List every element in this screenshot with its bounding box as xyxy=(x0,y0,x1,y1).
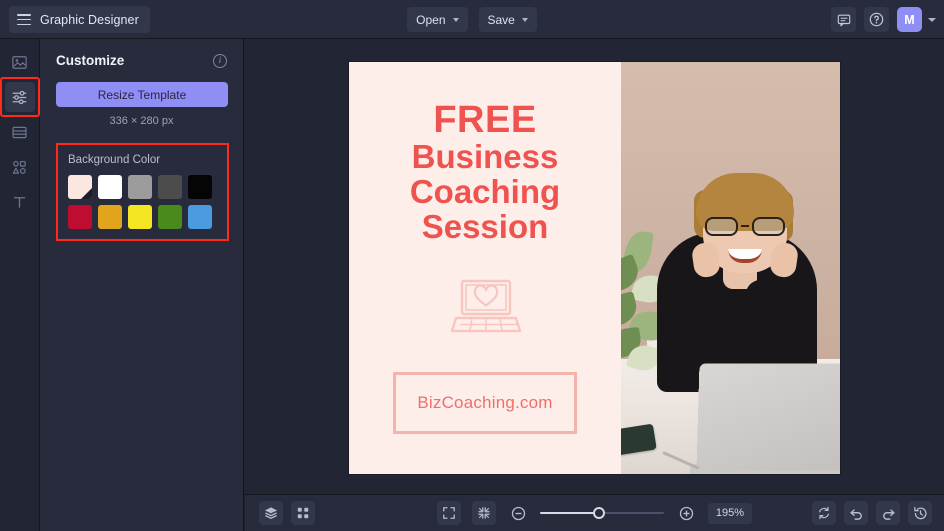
reset-icon xyxy=(819,506,829,520)
photo-laptop xyxy=(696,363,840,471)
app-menu-button[interactable]: Graphic Designer xyxy=(9,6,150,33)
swatch-blush[interactable] xyxy=(68,175,92,199)
artboard[interactable]: FREE Business Coaching Session BizCoachi… xyxy=(349,62,840,474)
swatch-dark-gray[interactable] xyxy=(158,175,182,199)
zoom-fit-icon xyxy=(478,507,490,519)
rail-item-templates[interactable] xyxy=(5,117,35,147)
hamburger-icon[interactable] xyxy=(17,14,31,25)
sliders-icon xyxy=(12,90,27,104)
layers-button[interactable] xyxy=(259,501,283,525)
reset-button[interactable] xyxy=(812,501,836,525)
grid-button[interactable] xyxy=(291,501,315,525)
help-icon xyxy=(869,12,884,27)
swatch-blue[interactable] xyxy=(188,205,212,229)
rail-item-text[interactable] xyxy=(5,187,35,217)
canvas-stage[interactable]: FREE Business Coaching Session BizCoachi… xyxy=(245,39,944,494)
rail-item-images[interactable] xyxy=(5,47,35,77)
artboard-url-box[interactable]: BizCoaching.com xyxy=(393,372,577,434)
fit-to-screen-icon xyxy=(443,507,455,519)
background-color-label: Background Color xyxy=(68,154,161,166)
swatch-crimson[interactable] xyxy=(68,205,92,229)
redo-icon xyxy=(882,508,895,520)
photo-person-glasses xyxy=(705,216,785,236)
swatch-white[interactable] xyxy=(98,175,122,199)
headline-line-2: Business xyxy=(411,138,559,176)
artboard-headline[interactable]: FREE Business Coaching Session xyxy=(349,100,621,245)
app-root: Graphic Designer Open Save M Customize i… xyxy=(0,0,944,531)
swatch-yellow[interactable] xyxy=(128,205,152,229)
text-icon xyxy=(13,196,26,208)
grid-icon xyxy=(297,507,309,519)
zoom-slider[interactable] xyxy=(540,506,664,520)
history-button[interactable] xyxy=(908,501,932,525)
background-color-section: Background Color xyxy=(56,143,229,241)
avatar-chevron-down-icon[interactable] xyxy=(928,17,936,22)
swatch-gray[interactable] xyxy=(128,175,152,199)
image-icon xyxy=(12,55,27,69)
zoom-in-icon xyxy=(679,506,693,520)
comment-button[interactable] xyxy=(831,7,856,32)
zoom-slider-fill xyxy=(540,511,599,515)
swatch-black[interactable] xyxy=(188,175,212,199)
undo-button[interactable] xyxy=(844,501,868,525)
open-menu-label: Open xyxy=(416,12,446,27)
swatch-green[interactable] xyxy=(158,205,182,229)
panel-header: Customize i xyxy=(56,53,227,68)
artboard-url-text: BizCoaching.com xyxy=(417,393,553,412)
laptop-heart-icon xyxy=(450,279,521,333)
save-menu-label: Save xyxy=(487,12,515,27)
app-title: Graphic Designer xyxy=(40,12,139,27)
chevron-down-icon xyxy=(521,18,528,22)
artboard-laptop-icon[interactable] xyxy=(449,277,523,339)
resize-template-button[interactable]: Resize Template xyxy=(56,82,228,107)
top-header: Graphic Designer Open Save M xyxy=(0,0,944,39)
bottom-left-tools xyxy=(259,501,315,525)
zoom-in-button[interactable] xyxy=(675,502,697,524)
fit-to-screen-button[interactable] xyxy=(437,501,461,525)
template-dimensions: 336 × 280 px xyxy=(109,115,174,127)
background-color-swatches xyxy=(68,175,215,229)
bottom-toolbar: 195% xyxy=(245,494,944,531)
tool-rail xyxy=(0,39,40,531)
rail-item-customize[interactable] xyxy=(0,77,40,117)
layers-icon xyxy=(264,507,278,519)
artboard-photo xyxy=(595,62,840,474)
header-right-actions: M xyxy=(831,0,936,39)
zoom-slider-handle[interactable] xyxy=(593,507,606,519)
redo-button[interactable] xyxy=(876,501,900,525)
info-icon[interactable]: i xyxy=(213,53,227,68)
panel-title: Customize xyxy=(56,53,125,68)
save-menu-button[interactable]: Save xyxy=(478,7,537,32)
headline-line-3: Coaching xyxy=(409,173,561,211)
undo-icon xyxy=(849,508,862,520)
zoom-out-icon xyxy=(511,506,525,520)
swatch-orange[interactable] xyxy=(98,205,122,229)
chevron-down-icon xyxy=(452,18,459,22)
open-menu-button[interactable]: Open xyxy=(407,7,468,32)
user-avatar[interactable]: M xyxy=(897,7,922,32)
shapes-icon xyxy=(12,160,26,174)
zoom-level-value[interactable]: 195% xyxy=(708,502,752,524)
zoom-fit-button[interactable] xyxy=(472,501,496,525)
headline-line-4: Session xyxy=(421,208,549,246)
bottom-right-tools xyxy=(812,501,932,525)
zoom-out-button[interactable] xyxy=(507,502,529,524)
customize-panel: Customize i Resize Template 336 × 280 px… xyxy=(40,39,244,531)
headline-line-1: FREE xyxy=(433,99,537,141)
template-icon xyxy=(12,126,27,138)
history-icon xyxy=(913,506,927,519)
rail-item-elements[interactable] xyxy=(5,152,35,182)
comment-icon xyxy=(837,14,850,26)
help-button[interactable] xyxy=(864,7,889,32)
